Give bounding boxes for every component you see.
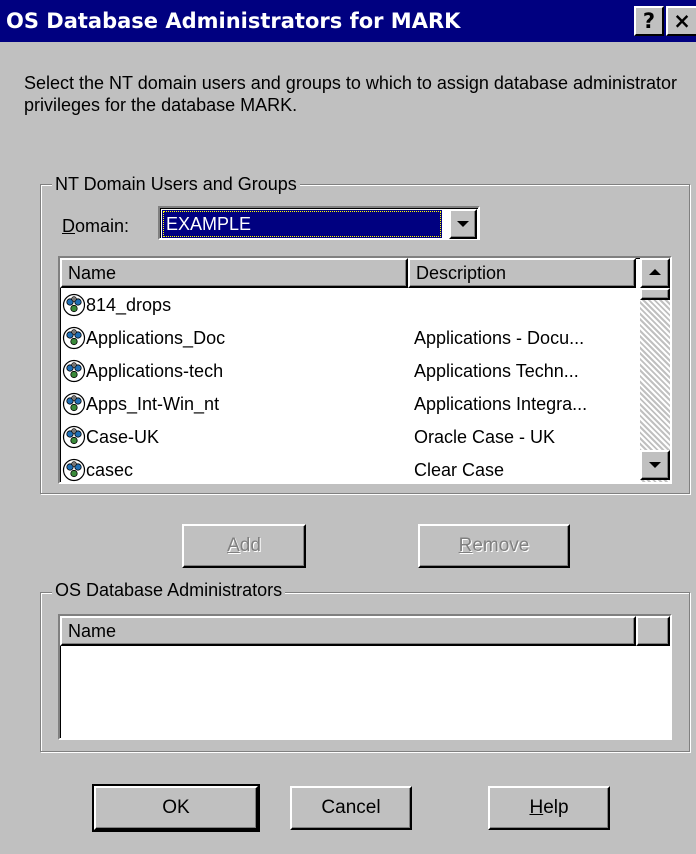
group-icon [62,458,86,482]
list-item[interactable]: Case-UK Oracle Case - UK [60,420,636,454]
list-item-description: Oracle Case - UK [414,427,556,447]
admins-group-label: OS Database Administrators [52,580,286,600]
scroll-up-button[interactable] [640,258,670,288]
domain-label: Domain: [62,216,130,236]
domain-dropdown-button[interactable] [449,209,477,239]
group-icon [62,326,86,350]
group-icon [62,392,86,416]
list-item-description: Applications Integra... [414,394,588,414]
list-item-name: 814_drops [86,295,172,315]
instructions-text: Select the NT domain users and groups to… [24,73,678,115]
list-item[interactable]: Applications-tech Applications Techn... [60,354,636,388]
list-item[interactable]: 814_drops [60,288,636,322]
list-item-description: Applications - Docu... [414,328,585,348]
group-icon [62,425,86,449]
help-button[interactable]: Help [488,786,610,830]
ok-button-label: OK [162,797,190,818]
help-title-button[interactable]: ? [634,6,664,36]
remove-button[interactable]: Remove [418,524,570,568]
arrow-down-icon [649,462,661,468]
scroll-thumb[interactable] [640,288,670,300]
list-item[interactable]: casec Clear Case [60,453,636,482]
add-button[interactable]: Add [182,524,306,568]
scroll-down-button[interactable] [640,450,670,480]
domain-users-group-label: NT Domain Users and Groups [52,174,300,194]
group-icon [62,293,86,317]
domain-combobox-value: EXAMPLE [162,210,442,238]
users-listview[interactable]: Name Description 814_drops Applications_D… [58,256,672,484]
admins-column-header-name[interactable]: Name [60,616,636,646]
domain-label-rest: omain: [75,216,130,236]
window-title: OS Database Administrators for MARK [6,9,461,33]
ok-button[interactable]: OK [92,784,260,832]
column-header-description[interactable]: Description [408,258,636,288]
group-icon [62,359,86,383]
cancel-button[interactable]: Cancel [290,786,412,830]
list-item-name: casec [86,460,134,480]
admins-listview[interactable]: Name [58,614,672,740]
help-button-label: Help [529,797,569,818]
domain-combobox[interactable]: EXAMPLE [158,206,480,240]
list-item-name: Applications-tech [86,361,224,381]
arrow-up-icon [649,269,661,275]
list-item-name: Applications_Doc [86,328,226,348]
chevron-down-icon [457,221,469,227]
list-item-description: Clear Case [414,460,505,480]
add-button-label: Add [227,535,261,556]
list-item-name: Case-UK [86,427,160,447]
list-item[interactable]: Apps_Int-Win_nt Applications Integra... [60,387,636,421]
remove-button-label: Remove [458,535,530,556]
close-title-button[interactable]: × [666,6,696,36]
list-item-description: Applications Techn... [414,361,579,381]
list-item[interactable]: Applications_Doc Applications - Docu... [60,321,636,355]
admins-column-header-spacer [636,616,670,646]
cancel-button-label: Cancel [321,797,381,818]
column-header-name[interactable]: Name [60,258,408,288]
list-item-name: Apps_Int-Win_nt [86,394,220,414]
title-bar: OS Database Administrators for MARK [0,0,696,42]
